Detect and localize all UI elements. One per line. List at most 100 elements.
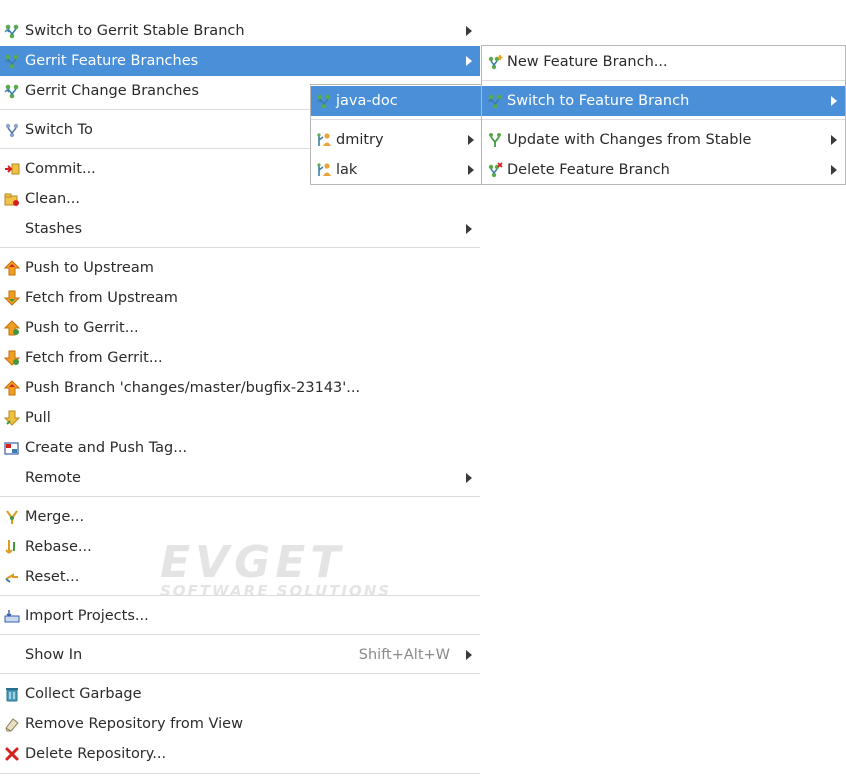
gerrit-branch-icon: [4, 23, 20, 39]
gerrit-branch-icon: [4, 53, 20, 69]
delete-feature-branch-icon: [487, 162, 503, 178]
menu-separator: [0, 496, 480, 497]
menu-separator: [0, 673, 480, 674]
rebase-icon: [5, 539, 15, 554]
menu-item-label: Collect Garbage: [25, 686, 142, 702]
menu-item-label: Delete Feature Branch: [507, 162, 670, 178]
menu-item-push-gerrit[interactable]: Push to Gerrit...: [0, 313, 480, 343]
submenu-arrow-icon: [466, 650, 472, 660]
menu-item-remove-repository[interactable]: Remove Repository from View: [0, 709, 480, 739]
menu-item-label: Show In: [25, 647, 83, 663]
pull-icon: [4, 410, 20, 426]
menu-item-collect-garbage[interactable]: Collect Garbage: [0, 679, 480, 709]
menu-item-label: Rebase...: [25, 539, 92, 555]
push-icon: [4, 260, 20, 276]
gerrit-branch-icon: [4, 83, 20, 99]
menu-separator: [311, 119, 482, 120]
menu-item-label: Clean...: [25, 191, 80, 207]
merge-icon: [6, 510, 18, 525]
fetch-gerrit-icon: [4, 350, 20, 366]
menu-item-label: Stashes: [25, 221, 82, 237]
switch-branch-icon: [5, 123, 19, 138]
menu-separator: [0, 773, 480, 774]
submenu-arrow-icon: [466, 56, 472, 66]
menu-item-label: Switch to Feature Branch: [507, 93, 690, 109]
submenu-item-delete-feature-branch[interactable]: Delete Feature Branch: [482, 155, 845, 185]
menu-separator: [482, 119, 845, 120]
menu-item-label: Remote: [25, 470, 81, 486]
menu-item-pull[interactable]: Pull: [0, 403, 480, 433]
reset-icon: [5, 574, 19, 583]
menu-item-label: Pull: [25, 410, 51, 426]
push-branch-icon: [4, 380, 20, 396]
menu-item-clean[interactable]: Clean...: [0, 184, 480, 214]
update-branch-icon: [488, 132, 502, 148]
menu-item-gerrit-feature-branches[interactable]: Gerrit Feature Branches: [0, 46, 480, 76]
menu-item-merge[interactable]: Merge...: [0, 502, 480, 532]
tag-icon: [4, 442, 19, 455]
menu-item-push-upstream[interactable]: Push to Upstream: [0, 253, 480, 283]
menu-item-remote[interactable]: Remote: [0, 463, 480, 493]
new-feature-branch-icon: [487, 54, 503, 70]
menu-item-stashes[interactable]: Stashes: [0, 214, 480, 244]
import-icon: [4, 609, 20, 623]
menu-item-label: dmitry: [336, 132, 384, 148]
submenu-arrow-icon: [831, 165, 837, 175]
shortcut-label: Shift+Alt+W: [358, 647, 450, 663]
menu-item-import-projects[interactable]: Import Projects...: [0, 601, 480, 631]
submenu-arrow-icon: [831, 96, 837, 106]
fetch-icon: [4, 290, 20, 306]
submenu-arrow-icon: [831, 135, 837, 145]
submenu-arrow-icon: [468, 135, 474, 145]
menu-item-label: Fetch from Gerrit...: [25, 350, 163, 366]
menu-item-label: Commit...: [25, 161, 96, 177]
menu-separator: [0, 247, 480, 248]
menu-item-label: Push to Upstream: [25, 260, 154, 276]
menu-item-label: Merge...: [25, 509, 85, 525]
menu-item-fetch-upstream[interactable]: Fetch from Upstream: [0, 283, 480, 313]
submenu-item-dmitry[interactable]: dmitry: [311, 125, 482, 155]
menu-item-label: Remove Repository from View: [25, 716, 243, 732]
commit-icon: [4, 163, 20, 175]
user-branch-icon: [316, 162, 332, 177]
menu-separator: [0, 595, 480, 596]
menu-separator: [0, 634, 480, 635]
eraser-icon: [5, 718, 19, 732]
menu-item-label: java-doc: [336, 93, 398, 109]
clean-icon: [4, 193, 20, 207]
submenu-arrow-icon: [466, 224, 472, 234]
menu-item-label: Gerrit Feature Branches: [25, 53, 199, 69]
submenu-item-new-feature-branch[interactable]: New Feature Branch...: [482, 47, 845, 77]
menu-item-label: Switch to Gerrit Stable Branch: [25, 23, 245, 39]
menu-item-label: Fetch from Upstream: [25, 290, 178, 306]
switch-feature-branch-icon: [487, 93, 503, 109]
menu-item-label: lak: [336, 162, 358, 178]
menu-item-label: Push to Gerrit...: [25, 320, 139, 336]
menu-item-reset[interactable]: Reset...: [0, 562, 480, 592]
submenu-item-java-doc[interactable]: java-doc: [311, 86, 482, 116]
menu-item-fetch-gerrit[interactable]: Fetch from Gerrit...: [0, 343, 480, 373]
menu-separator: [482, 80, 845, 81]
trash-icon: [5, 687, 19, 702]
menu-item-create-push-tag[interactable]: Create and Push Tag...: [0, 433, 480, 463]
menu-item-label: Create and Push Tag...: [25, 440, 188, 456]
menu-item-label: Gerrit Change Branches: [25, 83, 199, 99]
menu-item-switch-gerrit-stable[interactable]: Switch to Gerrit Stable Branch: [0, 16, 480, 46]
delete-icon: [5, 747, 19, 761]
menu-item-label: Push Branch 'changes/master/bugfix-23143…: [25, 380, 361, 396]
submenu-arrow-icon: [466, 473, 472, 483]
menu-item-delete-repository[interactable]: Delete Repository...: [0, 739, 480, 769]
menu-item-label: Update with Changes from Stable: [507, 132, 752, 148]
submenu-item-switch-feature-branch[interactable]: Switch to Feature Branch: [482, 86, 845, 116]
menu-item-push-branch[interactable]: Push Branch 'changes/master/bugfix-23143…: [0, 373, 480, 403]
feature-branches-submenu: java-doc dmitry lak: [310, 84, 483, 185]
branch-icon: [316, 93, 332, 109]
menu-item-label: Delete Repository...: [25, 746, 167, 762]
submenu-arrow-icon: [466, 26, 472, 36]
submenu-item-lak[interactable]: lak: [311, 155, 482, 185]
menu-item-rebase[interactable]: Rebase...: [0, 532, 480, 562]
menu-item-label: Import Projects...: [25, 608, 149, 624]
menu-item-show-in[interactable]: Show In Shift+Alt+W: [0, 640, 480, 670]
feature-actions-submenu: New Feature Branch... Switch to Feature …: [481, 45, 846, 185]
submenu-item-update-from-stable[interactable]: Update with Changes from Stable: [482, 125, 845, 155]
